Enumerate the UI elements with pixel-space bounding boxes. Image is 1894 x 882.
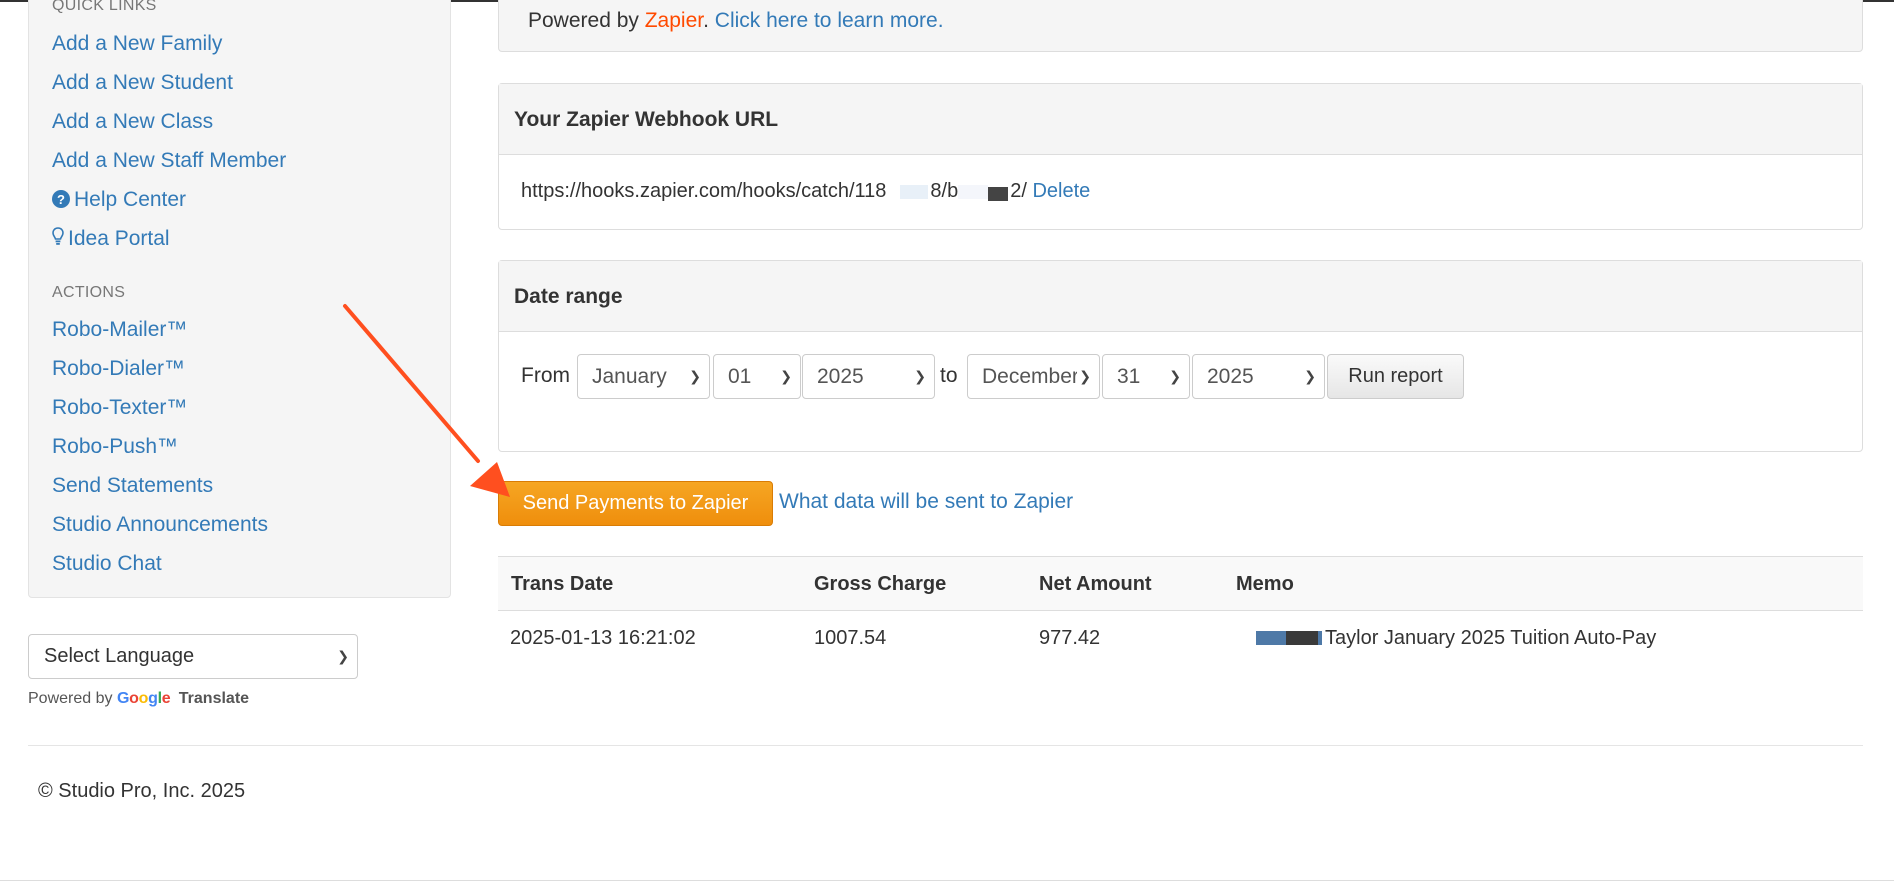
cell-gross-charge: 1007.54 (814, 627, 887, 649)
sidebar-link-idea-portal[interactable]: Idea Portal (52, 227, 170, 253)
sidebar-link-add-student[interactable]: Add a New Student (52, 71, 233, 95)
zapier-info-panel: Powered by Zapier. Click here to learn m… (498, 0, 1863, 52)
powered-by-label: Powered by (28, 690, 113, 707)
webhook-url-part1: https://hooks.zapier.com/hooks/catch/118 (521, 180, 887, 202)
zapier-link[interactable]: Zapier (645, 9, 703, 32)
from-month-value: January (592, 365, 667, 388)
sidebar: QUICK LINKS Add a New Family Add a New S… (28, 0, 451, 598)
memo-text: Taylor January 2025 Tuition Auto-Pay (1325, 627, 1657, 649)
translate-link[interactable]: Translate (179, 690, 249, 707)
question-circle-icon: ? (52, 190, 70, 214)
chevron-down-icon: ❯ (778, 355, 792, 398)
chevron-down-icon: ❯ (1167, 355, 1181, 398)
date-range-panel: Date range From January ❯ 01 ❯ 2025 ❯ to De… (498, 260, 1863, 452)
cell-memo: Taylor January 2025 Tuition Auto-Pay (1256, 627, 1656, 650)
send-payments-to-zapier-button[interactable]: Send Payments to Zapier (498, 481, 773, 526)
zapier-info-text: Powered by Zapier. Click here to learn m… (528, 9, 944, 33)
webhook-url: https://hooks.zapier.com/hooks/catch/118… (521, 180, 1090, 203)
from-day-value: 01 (728, 365, 752, 388)
redaction (958, 185, 989, 199)
from-year-select[interactable]: 2025 ❯ (802, 354, 935, 399)
lightbulb-icon (52, 227, 64, 253)
idea-portal-label: Idea Portal (68, 227, 170, 250)
redaction (988, 187, 1009, 201)
webhook-url-part3: 2/ (1010, 180, 1027, 202)
to-year-select[interactable]: 2025 ❯ (1192, 354, 1325, 399)
help-center-label: Help Center (74, 188, 187, 211)
language-select-value: Select Language (44, 645, 195, 667)
chevron-down-icon: ❯ (1077, 355, 1091, 398)
sidebar-link-robo-push[interactable]: Robo-Push™ (52, 435, 178, 459)
to-day-value: 31 (1117, 365, 1141, 388)
google-translate-attribution: Powered by Google Translate (28, 690, 249, 708)
chevron-down-icon: ❯ (1302, 355, 1316, 398)
google-logo: Google (116, 690, 171, 707)
webhook-panel: Your Zapier Webhook URL https://hooks.za… (498, 83, 1863, 230)
actions-heading: ACTIONS (52, 284, 126, 301)
cell-trans-date: 2025-01-13 16:21:02 (510, 627, 696, 649)
from-label: From (521, 364, 570, 387)
run-report-button[interactable]: Run report (1327, 354, 1464, 399)
to-year-value: 2025 (1207, 365, 1254, 388)
period-text: . (703, 9, 715, 32)
chevron-down-icon: ❯ (912, 355, 926, 398)
quick-links-heading: QUICK LINKS (52, 0, 157, 14)
to-day-select[interactable]: 31 ❯ (1102, 354, 1190, 399)
svg-text:?: ? (57, 192, 65, 207)
chevron-down-icon: ❯ (337, 648, 349, 664)
from-month-select[interactable]: January ❯ (577, 354, 710, 399)
from-day-select[interactable]: 01 ❯ (713, 354, 801, 399)
sidebar-link-studio-announcements[interactable]: Studio Announcements (52, 513, 268, 537)
redaction (900, 185, 929, 199)
sidebar-link-robo-dialer[interactable]: Robo-Dialer™ (52, 357, 185, 381)
copyright-text: © Studio Pro, Inc. 2025 (38, 780, 246, 802)
sidebar-link-add-family[interactable]: Add a New Family (52, 32, 222, 56)
footer-divider (28, 745, 1863, 746)
sidebar-link-add-class[interactable]: Add a New Class (52, 110, 213, 134)
cell-net-amount: 977.42 (1039, 627, 1101, 649)
sidebar-link-add-staff[interactable]: Add a New Staff Member (52, 149, 286, 173)
sidebar-link-help-center[interactable]: ? Help Center (52, 188, 186, 214)
sidebar-link-robo-mailer[interactable]: Robo-Mailer™ (52, 318, 187, 342)
sidebar-link-send-statements[interactable]: Send Statements (52, 474, 213, 498)
chevron-down-icon: ❯ (687, 355, 701, 398)
delete-webhook-link[interactable]: Delete (1032, 180, 1090, 202)
date-range-title: Date range (499, 261, 1862, 332)
payments-table: Trans Date Gross Charge Net Amount Memo … (498, 556, 1863, 649)
webhook-panel-title: Your Zapier Webhook URL (499, 84, 1862, 155)
webhook-url-part2: 8/b (930, 180, 959, 202)
redaction (1256, 631, 1322, 645)
learn-more-link[interactable]: Click here to learn more. (715, 9, 944, 32)
to-label: to (940, 364, 958, 387)
to-month-select[interactable]: December ❯ (967, 354, 1100, 399)
from-year-value: 2025 (817, 365, 864, 388)
powered-by-text: Powered by (528, 9, 645, 32)
table-row: 2025-01-13 16:21:02 1007.54 977.42 Taylo… (498, 556, 1863, 666)
to-month-value: December (982, 365, 1079, 388)
what-data-sent-link[interactable]: What data will be sent to Zapier (779, 490, 1073, 514)
bottom-border (0, 880, 1894, 881)
language-select[interactable]: Select Language ❯ (28, 634, 358, 679)
sidebar-link-studio-chat[interactable]: Studio Chat (52, 552, 162, 576)
sidebar-link-robo-texter[interactable]: Robo-Texter™ (52, 396, 187, 420)
